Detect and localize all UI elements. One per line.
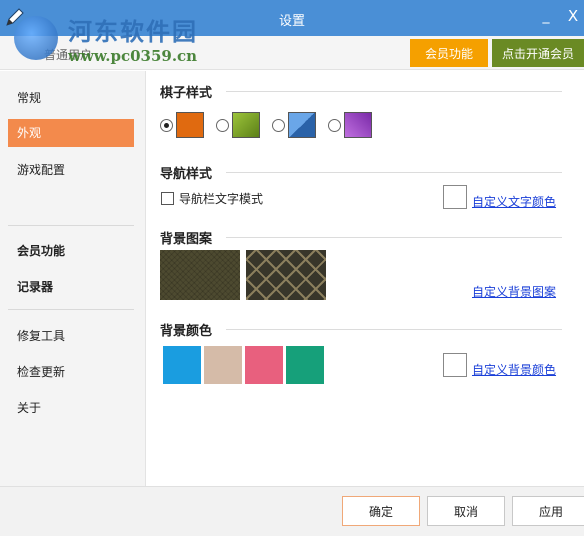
custom-text-color-link[interactable]: 自定义文字颜色 <box>472 193 556 210</box>
custom-bg-pattern-link[interactable]: 自定义背景图案 <box>472 283 556 300</box>
section-divider <box>226 237 562 238</box>
open-membership-button[interactable]: 点击开通会员 <box>492 39 584 67</box>
bg-color-beige[interactable] <box>204 346 242 384</box>
chess-style-radio-purple[interactable] <box>328 119 341 132</box>
section-divider <box>226 172 562 173</box>
text-color-picker[interactable] <box>443 185 467 209</box>
bg-color-blue[interactable] <box>163 346 201 384</box>
sidebar-divider <box>8 309 134 310</box>
chess-style-radio-orange[interactable] <box>160 119 173 132</box>
bg-color-pink[interactable] <box>245 346 283 384</box>
chess-style-swatch-blue[interactable] <box>288 112 316 138</box>
watermark-logo <box>14 16 58 60</box>
sidebar-item-recorder[interactable]: 记录器 <box>8 273 134 301</box>
chess-style-radio-blue[interactable] <box>272 119 285 132</box>
cancel-button[interactable]: 取消 <box>427 496 505 526</box>
sidebar-item-general[interactable]: 常规 <box>8 84 134 112</box>
ok-button[interactable]: 确定 <box>342 496 420 526</box>
chess-style-radio-green[interactable] <box>216 119 229 132</box>
chess-style-title: 棋子样式 <box>160 86 213 101</box>
nav-text-mode-label: 导航栏文字模式 <box>179 192 264 206</box>
bg-color-title: 背景颜色 <box>160 324 213 339</box>
chess-style-swatch-purple[interactable] <box>344 112 372 138</box>
chess-style-swatch-green[interactable] <box>232 112 260 138</box>
section-divider <box>226 329 562 330</box>
sidebar-item-check-update[interactable]: 检查更新 <box>8 358 134 386</box>
custom-bg-color-link[interactable]: 自定义背景颜色 <box>472 361 556 378</box>
bg-color-green[interactable] <box>286 346 324 384</box>
sidebar-item-about[interactable]: 关于 <box>8 394 134 422</box>
close-button[interactable]: X <box>563 6 583 26</box>
sidebar-item-appearance[interactable]: 外观 <box>8 119 134 147</box>
sidebar-item-game-config[interactable]: 游戏配置 <box>8 156 134 184</box>
watermark-name: 河东软件园 <box>68 17 198 46</box>
member-features-button[interactable]: 会员功能 <box>410 39 488 67</box>
minimize-button[interactable]: _ <box>536 6 556 26</box>
bg-pattern-option-2[interactable] <box>246 250 326 300</box>
footer-bar: 确定 取消 应用 <box>0 486 584 536</box>
watermark-url: www.pc0359.cn <box>68 47 198 65</box>
bg-pattern-option-1[interactable] <box>160 250 240 300</box>
nav-style-title: 导航样式 <box>160 167 213 182</box>
sidebar-divider <box>8 225 134 226</box>
bg-color-picker[interactable] <box>443 353 467 377</box>
section-divider <box>226 91 562 92</box>
nav-text-mode-checkbox[interactable] <box>161 192 174 205</box>
chess-style-swatch-orange[interactable] <box>176 112 204 138</box>
sidebar-item-member-features[interactable]: 会员功能 <box>8 237 134 265</box>
sidebar-item-repair-tool[interactable]: 修复工具 <box>8 322 134 350</box>
sidebar: 常规 外观 游戏配置 会员功能 记录器 修复工具 检查更新 关于 <box>0 71 146 486</box>
bg-pattern-title: 背景图案 <box>160 232 213 247</box>
apply-button[interactable]: 应用 <box>512 496 584 526</box>
